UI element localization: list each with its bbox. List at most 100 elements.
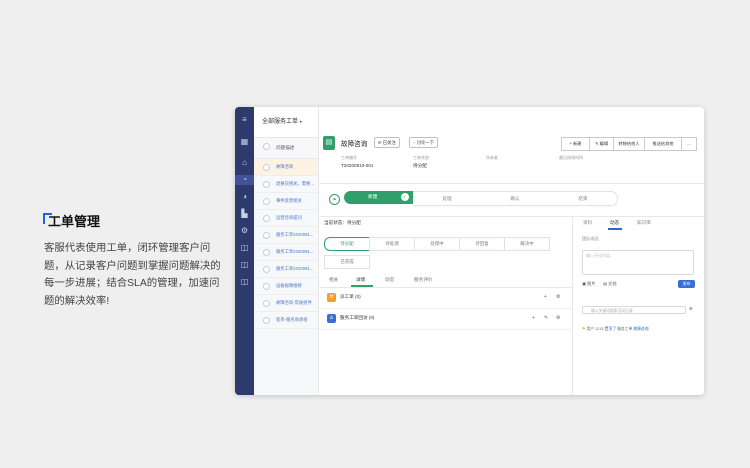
list-item-label: 运营咨询提问 <box>276 215 302 220</box>
chart-icon[interactable]: ◔ <box>235 175 254 185</box>
transfer-button[interactable]: 转移给他人 <box>613 137 645 151</box>
promo-title: 工单管理 <box>48 214 101 229</box>
nav-rail: ≡ ▦ ⌂ ◔ ◑ ▙ ⚙ ◫ ◫ ◫ <box>235 107 254 395</box>
comment-input[interactable]: 输入评论内容... <box>582 250 694 275</box>
row-checkbox[interactable] <box>263 232 270 239</box>
add-icon[interactable]: + <box>544 294 547 300</box>
ticket-list-pane: 全部服务工单 ▾ 问题描述 故障咨询 退换货相关，需要... 事件反馈相关 运营… <box>254 107 319 395</box>
stats-icon[interactable]: ▙ <box>239 209 250 219</box>
list-item-label: 服务工单2020091... <box>276 232 314 237</box>
activity-panel: 资料 动态 知识库 团队成员 输入评论内容... ▣ 图片 ▤ 文档 发布 输入… <box>572 216 704 395</box>
add-icon[interactable]: + <box>532 315 535 321</box>
list-item[interactable]: 客单-服务商承接 <box>254 312 318 329</box>
comment-placeholder: 输入评论内容... <box>586 253 614 258</box>
related-section: ♙ 服务工单回访 (0) + ✎ ⚙ <box>319 309 572 330</box>
ticket-header: ▤ 故障咨询 ⟳ 已关注 ◌ 讨论一下 + 新建 ✎ 编辑 转移给他人 推送给其… <box>319 107 704 184</box>
activity-search-input[interactable]: 输入关键词搜索活动记录 <box>582 306 686 314</box>
book-icon[interactable]: ◫ <box>239 243 250 253</box>
more-label: ... <box>687 141 691 146</box>
activity-target: 服务工单 <box>617 327 633 331</box>
stage-item[interactable]: 确认 <box>481 191 549 206</box>
tab-activity[interactable]: 动态 <box>385 277 394 283</box>
attach-file-label: 文档 <box>608 281 617 286</box>
gear-icon[interactable]: ⚙ <box>556 315 560 321</box>
tab-info[interactable]: 资料 <box>583 220 592 226</box>
menu-icon[interactable]: ≡ <box>239 115 250 125</box>
subflow-step[interactable]: 解决中 <box>504 237 550 251</box>
pencil-icon[interactable]: ✎ <box>544 315 548 321</box>
related-section: ⚒ 派工单 (0) + ⚙ <box>319 288 572 309</box>
attach-image-button[interactable]: ▣ 图片 <box>582 281 596 287</box>
book-icon[interactable]: ◫ <box>239 277 250 287</box>
section-title: 派工单 (0) <box>340 294 361 299</box>
list-item[interactable]: 事件反馈相关 <box>254 193 318 210</box>
list-item[interactable]: 退换货相关，需要... <box>254 176 318 193</box>
new-label: 新建 <box>573 141 582 146</box>
list-item[interactable]: 运营咨询提问 <box>254 210 318 227</box>
pie-icon[interactable]: ◑ <box>239 192 250 202</box>
list-item[interactable]: 故障咨询 <box>254 159 318 176</box>
transfer-label: 转移给他人 <box>618 141 640 146</box>
attach-file-button[interactable]: ▤ 文档 <box>603 281 617 287</box>
tab-underline <box>351 285 373 287</box>
push-button[interactable]: 推送给其他 <box>644 137 682 151</box>
more-button[interactable]: ... <box>681 137 697 151</box>
tab-knowledge[interactable]: 知识库 <box>637 220 651 226</box>
stage-item[interactable]: 处理 <box>413 191 481 206</box>
list-item-label: 故障咨询 <box>276 164 294 169</box>
list-item[interactable]: 服务工单2020091... <box>254 261 318 278</box>
tab-feed[interactable]: 动态 <box>610 220 619 226</box>
publish-button[interactable]: 发布 <box>678 280 695 288</box>
select-all-checkbox[interactable] <box>263 143 270 150</box>
settings-icon[interactable]: ⚙ <box>689 306 693 311</box>
stage-item[interactable]: 结束 <box>549 191 618 206</box>
list-item-label: 服务工单2020091... <box>276 249 314 254</box>
home-icon[interactable]: ⌂ <box>239 158 250 168</box>
list-item[interactable]: 服务工单2020091... <box>254 227 318 244</box>
subflow-step[interactable]: 待处理 <box>369 237 415 251</box>
list-item[interactable]: 设备报障维修 <box>254 278 318 295</box>
group-label: 团队成员 <box>582 236 599 241</box>
field-label: 所有者 <box>486 155 498 160</box>
tab-rating[interactable]: 服务评价 <box>414 277 432 283</box>
apps-icon[interactable]: ▦ <box>239 137 250 147</box>
row-checkbox[interactable] <box>263 266 270 273</box>
subflow-step[interactable]: 待回复 <box>459 237 505 251</box>
edit-button[interactable]: ✎ 编辑 <box>589 137 614 151</box>
row-checkbox[interactable] <box>263 181 270 188</box>
stage-active[interactable]: 新建 ✓ <box>344 191 413 204</box>
discuss-button[interactable]: ◌ 讨论一下 <box>409 137 438 148</box>
list-item-label: 服务工单2020091... <box>276 266 314 271</box>
subflow-step[interactable]: 处理中 <box>414 237 460 251</box>
book-icon[interactable]: ◫ <box>239 260 250 270</box>
chevron-down-icon: ▾ <box>299 119 302 124</box>
row-checkbox[interactable] <box>263 300 270 307</box>
list-item[interactable]: 服务工单2020091... <box>254 244 318 261</box>
subflow-step[interactable]: 待分配 <box>324 237 370 251</box>
activity-item: ⚑ 用户 1215 置顶了 服务工单 故障咨询 <box>582 326 700 332</box>
follow-label: 已关注 <box>382 140 396 145</box>
row-checkbox[interactable] <box>263 164 270 171</box>
gear-icon[interactable]: ⚙ <box>239 226 250 236</box>
corner-bracket <box>43 213 52 224</box>
section-title: 服务工单回访 (0) <box>340 315 375 320</box>
row-checkbox[interactable] <box>263 283 270 290</box>
check-icon: ✓ <box>401 193 409 201</box>
tab-related[interactable]: 相关 <box>329 277 338 283</box>
tab-underline <box>608 228 622 230</box>
subflow-step[interactable]: 已完成 <box>324 255 370 269</box>
list-item[interactable]: 故障咨询-常规组件 <box>254 295 318 312</box>
field-label: 工单编号 <box>341 155 357 160</box>
tab-details[interactable]: 详情 <box>356 277 365 283</box>
row-checkbox[interactable] <box>263 198 270 205</box>
new-button[interactable]: + 新建 <box>561 137 590 151</box>
view-selector[interactable]: 全部服务工单 ▾ <box>254 107 318 138</box>
follow-button[interactable]: ⟳ 已关注 <box>374 137 400 148</box>
gear-icon[interactable]: ⚙ <box>556 294 560 300</box>
app-window: ≡ ▦ ⌂ ◔ ◑ ▙ ⚙ ◫ ◫ ◫ 全部服务工单 ▾ 问题描述 故障咨询 退… <box>235 107 704 395</box>
row-checkbox[interactable] <box>263 215 270 222</box>
activity-tail[interactable]: 故障咨询 <box>633 327 648 331</box>
row-checkbox[interactable] <box>263 317 270 324</box>
row-checkbox[interactable] <box>263 249 270 256</box>
current-status: 当前状态：待分配 <box>324 220 361 225</box>
